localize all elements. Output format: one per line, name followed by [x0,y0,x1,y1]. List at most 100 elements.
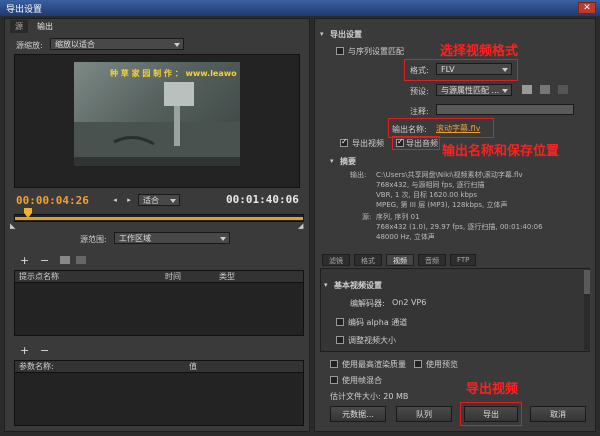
export-settings-title: 导出设置 [330,30,362,39]
title-bar: 导出设置 ✕ [0,0,600,16]
total-timecode: 00:01:40:06 [226,193,299,206]
add-cue-button[interactable]: + [20,254,29,267]
work-area-bar [15,217,303,220]
chevron-down-icon [174,43,180,47]
param-table: 参数名称: 值 [14,360,304,426]
export-audio-checkbox[interactable] [396,137,404,147]
summary-output-line: VBR, 1 次, 目标 1620.00 kbps [376,191,478,199]
scale-label: 源缩放: [16,41,43,50]
preview-watermark: 种 草 家 园 制 作 ： www.leawo [110,69,237,78]
save-icon[interactable] [76,256,86,264]
notes-label: 注释: [410,107,429,116]
save-preset-icon[interactable] [522,85,532,94]
export-video-label: 导出视频 [352,139,384,148]
video-settings-scrollbar[interactable] [584,270,590,350]
tab-source[interactable]: 源 [10,20,28,33]
summary-source-lines: 序列, 序列 01 768x432 (1.0), 29.97 fps, 逐行扫描… [376,212,543,242]
tab-ftp[interactable]: FTP [450,254,477,266]
summary-output-lines: C:\Users\共享网盘\Niki\视频素材\滚动字幕.flv 768x432… [376,170,523,210]
out-point-icon[interactable]: ◢ [298,222,303,230]
tab-video[interactable]: 视频 [386,254,414,266]
close-button[interactable]: ✕ [578,2,596,14]
scale-value: 缩放以适合 [55,40,95,49]
collapse-triangle-icon[interactable]: ▾ [320,30,324,38]
scale-dropdown[interactable]: 缩放以适合 [50,38,184,50]
delete-preset-icon[interactable] [558,85,568,94]
cue-header-name: 提示点名称 [19,272,59,281]
param-table-header: 参数名称: 值 [15,361,303,373]
summary-output-line: MPEG, 第 III 层 (MP3), 128kbps, 立体声 [376,201,508,209]
cancel-button[interactable]: 取消 [530,406,586,422]
fit-dropdown[interactable]: 适合 [138,194,180,206]
tab-audio[interactable]: 音频 [418,254,446,266]
metadata-button[interactable]: 元数据... [330,406,386,422]
notes-input[interactable] [436,104,574,115]
output-name-label: 输出名称: [392,125,427,134]
fit-value: 适合 [143,196,159,205]
remove-cue-button[interactable]: − [40,254,49,267]
match-sequence-checkbox[interactable] [336,47,344,55]
queue-button[interactable]: 队列 [396,406,452,422]
max-quality-checkbox[interactable] [330,360,338,368]
frame-blend-checkbox[interactable] [330,376,338,384]
mark-out-icon[interactable]: ▸ [124,196,134,206]
match-sequence-label: 与序列设置匹配 [348,47,404,56]
folder-icon[interactable] [60,256,70,264]
format-dropdown[interactable]: FLV [436,63,512,75]
codec-value: On2 VP6 [392,298,427,307]
mark-in-icon[interactable]: ◂ [110,196,120,206]
range-dropdown[interactable]: 工作区域 [114,232,230,244]
use-preview-label: 使用预览 [426,360,458,369]
summary-source-label: 源: [362,213,372,221]
chevron-down-icon [220,237,226,241]
resize-checkbox[interactable] [336,336,344,344]
summary-triangle-icon[interactable]: ▾ [330,157,334,165]
format-label: 格式: [410,66,429,75]
cue-table: 提示点名称 时间 类型 [14,270,304,336]
summary-source-line: 768x432 (1.0), 29.97 fps, 逐行扫描, 00:01:40… [376,223,543,231]
summary-output-line: 768x432, 与源相同 fps, 逐行扫描 [376,181,485,189]
tab-filters[interactable]: 滤镜 [322,254,350,266]
filesize-label: 估计文件大小: 20 MB [330,392,409,401]
summary-output-label: 输出: [350,171,367,179]
scrollbar-thumb[interactable] [584,270,590,294]
annotation-select-format: 选择视频格式 [440,44,519,59]
range-label: 源范围: [80,235,107,244]
summary-title: 摘要 [340,157,356,166]
add-param-button[interactable]: + [20,344,29,357]
annotation-export-video: 导出视频 [466,382,519,397]
cue-table-header: 提示点名称 时间 类型 [15,271,303,283]
export-video-checkbox[interactable] [340,137,348,147]
chevron-down-icon [170,199,176,203]
preset-label: 预设: [410,87,429,96]
in-point-icon[interactable]: ◣ [10,222,15,230]
summary-source-line: 48000 Hz, 立体声 [376,233,435,241]
cue-header-time: 时间 [165,272,181,281]
use-preview-checkbox[interactable] [414,360,422,368]
cue-header-type: 类型 [219,272,235,281]
export-audio-label: 导出音频 [406,139,438,148]
preview-frame: 种 草 家 园 制 作 ： www.leawo [74,62,240,166]
export-button[interactable]: 导出 [464,406,518,422]
resize-label: 调整视频大小 [348,336,396,345]
codec-label: 编解码器: [350,299,385,308]
param-header-value: 值 [189,362,197,371]
basic-video-triangle-icon[interactable]: ▾ [324,281,328,289]
alpha-checkbox[interactable] [336,318,344,326]
preset-dropdown[interactable]: 与源属性匹配 ... [436,84,512,96]
playhead-icon[interactable] [24,208,32,218]
param-header-name: 参数名称: [19,362,54,371]
basic-video-title: 基本视频设置 [334,281,382,290]
output-name-link[interactable]: 滚动字幕.flv [436,123,480,134]
max-quality-label: 使用最高渲染质量 [342,360,406,369]
window-title: 导出设置 [6,5,43,15]
tab-format[interactable]: 格式 [354,254,382,266]
remove-param-button[interactable]: − [40,344,49,357]
frame-blend-label: 使用帧混合 [342,376,382,385]
format-value: FLV [441,65,455,74]
import-preset-icon[interactable] [540,85,550,94]
chevron-down-icon [502,89,508,93]
tab-output[interactable]: 输出 [32,20,58,33]
summary-source-line: 序列, 序列 01 [376,213,420,221]
current-timecode: 00:00:04:26 [16,194,89,207]
